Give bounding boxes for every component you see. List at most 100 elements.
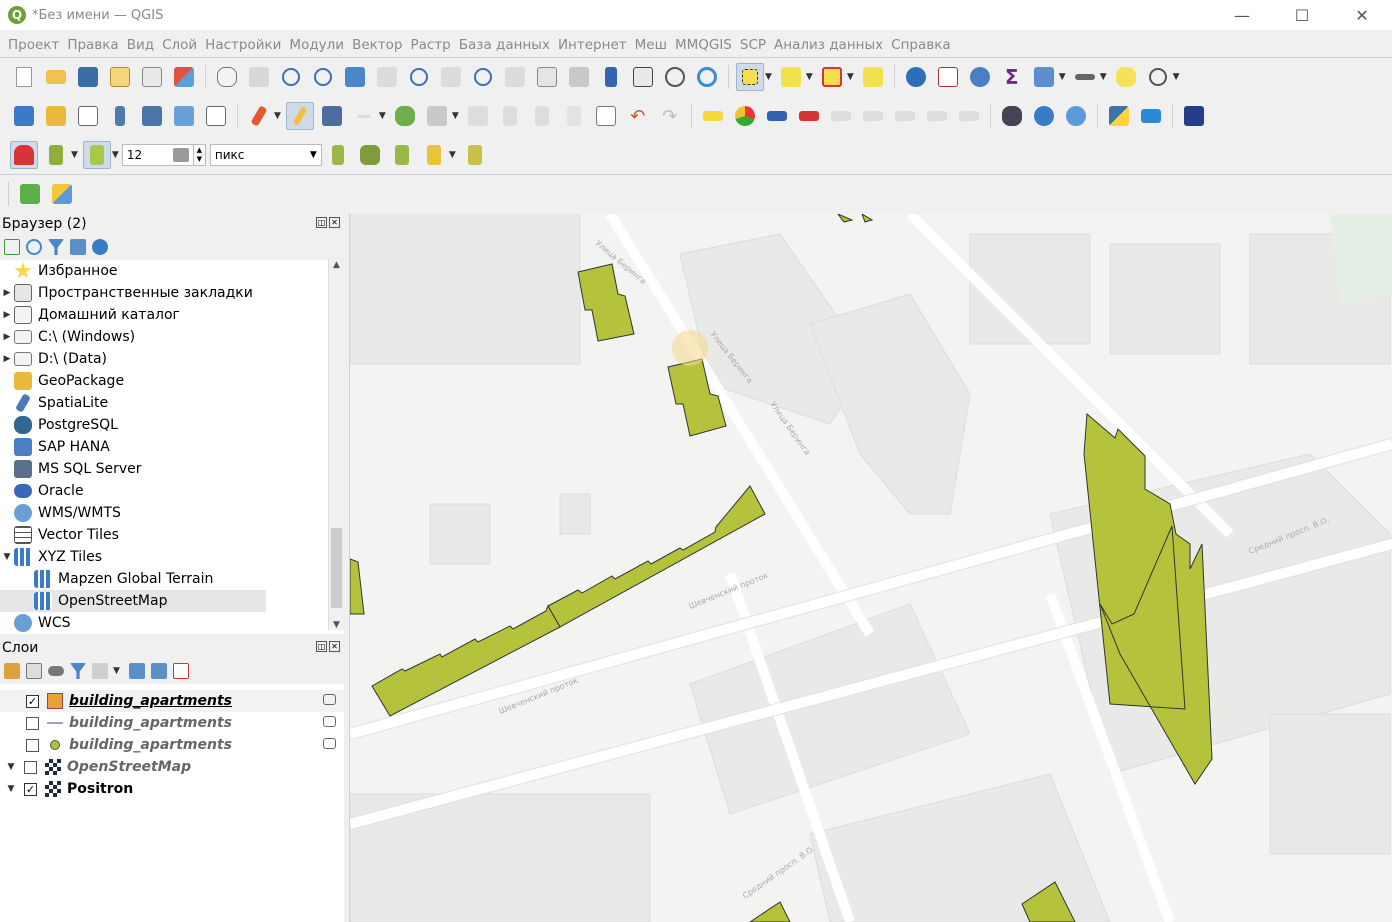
open-project-button[interactable]: [42, 63, 70, 91]
tracing-button[interactable]: [420, 141, 448, 169]
clear-icon[interactable]: [172, 148, 189, 162]
move-label-button[interactable]: [827, 102, 855, 130]
zoom-native-button[interactable]: [437, 63, 465, 91]
menu-settings[interactable]: Настройки: [201, 37, 285, 53]
select-location-button[interactable]: [859, 63, 887, 91]
show-bookmarks-button[interactable]: [629, 63, 657, 91]
add-wms-button[interactable]: [1030, 102, 1058, 130]
maximize-button[interactable]: ☐: [1272, 0, 1332, 30]
menu-mmqgis[interactable]: MMQGIS: [671, 37, 736, 53]
quick-search-button[interactable]: [16, 180, 44, 208]
layer-row-building-points[interactable]: building_apartments: [0, 734, 344, 756]
undock-icon[interactable]: ◫: [316, 641, 327, 652]
remove-layer-icon[interactable]: [172, 663, 189, 679]
chevron-down-icon[interactable]: ▼: [71, 150, 78, 160]
tolerance-stepper[interactable]: ▲ ▼: [193, 144, 206, 166]
snap-layers-button[interactable]: [42, 141, 70, 169]
style-icon[interactable]: [4, 663, 20, 679]
zoom-out-button[interactable]: [309, 63, 337, 91]
label-toolbar-button[interactable]: [699, 102, 727, 130]
snap-tolerance-input[interactable]: 12: [121, 144, 194, 166]
copy-features-button[interactable]: [560, 102, 588, 130]
tree-item-xyz-tiles[interactable]: ▼ XYZ Tiles: [0, 546, 326, 568]
digitize-button[interactable]: [350, 102, 378, 130]
tree-item-mapzen[interactable]: Mapzen Global Terrain: [0, 568, 326, 590]
open-table-button[interactable]: [1030, 63, 1058, 91]
filter-indicator-icon[interactable]: [323, 738, 336, 749]
refresh-icon[interactable]: [26, 239, 42, 255]
new-shapefile-button[interactable]: [74, 102, 102, 130]
new-bookmark-button[interactable]: [597, 63, 625, 91]
style-manager-button[interactable]: [170, 63, 198, 91]
redo-button[interactable]: ↷: [656, 102, 684, 130]
zoom-selection-button[interactable]: [373, 63, 401, 91]
cut-features-button[interactable]: [528, 102, 556, 130]
tree-item-drive-d[interactable]: ▶ D:\ (Data): [0, 348, 326, 370]
tree-item-openstreetmap[interactable]: OpenStreetMap: [0, 590, 266, 612]
menu-vector[interactable]: Вектор: [348, 37, 406, 53]
new-project-button[interactable]: [10, 63, 38, 91]
pin-labels-button[interactable]: [763, 102, 791, 130]
map-tips-button[interactable]: [1112, 63, 1140, 91]
show-hide-labels-button[interactable]: [923, 102, 951, 130]
add-selected-icon[interactable]: [4, 239, 20, 255]
chevron-down-icon[interactable]: ▼: [1059, 72, 1066, 82]
tree-item-drive-c[interactable]: ▶ C:\ (Windows): [0, 326, 326, 348]
filter-icon[interactable]: [70, 663, 86, 679]
chevron-down-icon[interactable]: ▼: [113, 666, 120, 676]
change-label-button[interactable]: [891, 102, 919, 130]
rotate-label-button[interactable]: [859, 102, 887, 130]
close-button[interactable]: ✕: [1332, 0, 1392, 30]
pan-to-selection-button[interactable]: [245, 63, 273, 91]
building-polygon[interactable]: [837, 214, 854, 223]
menu-help[interactable]: Справка: [887, 37, 954, 53]
topological-editing-button[interactable]: [324, 141, 352, 169]
add-wfs-button[interactable]: [1062, 102, 1090, 130]
deselect-button[interactable]: [818, 63, 846, 91]
chevron-down-icon[interactable]: ▼: [1173, 72, 1180, 82]
layer-row-building-lines[interactable]: building_apartments: [0, 712, 344, 734]
menu-plugins[interactable]: Модули: [285, 37, 348, 53]
chevron-down-icon[interactable]: ▼: [274, 111, 281, 121]
layer-visibility-checkbox[interactable]: [26, 716, 39, 730]
add-vector-button[interactable]: [202, 102, 230, 130]
menu-mesh[interactable]: Меш: [631, 37, 671, 53]
pan-button[interactable]: [213, 63, 241, 91]
filter-indicator-icon[interactable]: [323, 716, 336, 727]
menu-web[interactable]: Интернет: [554, 37, 631, 53]
expand-all-icon[interactable]: [128, 663, 145, 679]
processing-toolbox-button[interactable]: [966, 63, 994, 91]
new-3d-map-button[interactable]: [565, 63, 593, 91]
menu-project[interactable]: Проект: [4, 37, 63, 53]
filter-expression-icon[interactable]: [92, 663, 108, 679]
chevron-down-icon[interactable]: ▼: [765, 72, 772, 82]
new-temp-layer-button[interactable]: [138, 102, 166, 130]
chevron-down-icon[interactable]: ▼: [806, 72, 813, 82]
paste-features-button[interactable]: [592, 102, 620, 130]
refresh-button[interactable]: [693, 63, 721, 91]
collapse-all-icon[interactable]: [150, 663, 167, 679]
help-button[interactable]: [1180, 102, 1208, 130]
diagram-button[interactable]: [731, 102, 759, 130]
save-edits-button[interactable]: [318, 102, 346, 130]
zoom-full-button[interactable]: [341, 63, 369, 91]
tree-item-postgresql[interactable]: PostgreSQL: [0, 414, 326, 436]
chevron-down-icon[interactable]: ▼: [452, 111, 459, 121]
scroll-up-icon[interactable]: ▲: [329, 260, 344, 270]
scroll-down-icon[interactable]: ▼: [329, 620, 344, 630]
locator-button[interactable]: [1144, 63, 1172, 91]
new-print-layout-button[interactable]: [106, 63, 134, 91]
info-icon[interactable]: [92, 239, 108, 255]
new-virtual-layer-button[interactable]: [170, 102, 198, 130]
menu-layer[interactable]: Слой: [158, 37, 201, 53]
new-geopackage-button[interactable]: [42, 102, 70, 130]
tree-item-oracle[interactable]: Oracle: [0, 480, 326, 502]
identify-button[interactable]: [902, 63, 930, 91]
add-group-icon[interactable]: [26, 663, 42, 679]
tree-item-wms[interactable]: WMS/WMTS: [0, 502, 326, 524]
delete-selected-button[interactable]: [496, 102, 524, 130]
plugin-tool-button[interactable]: [48, 180, 76, 208]
menu-view[interactable]: Вид: [123, 37, 158, 53]
snap-intersection-button[interactable]: [356, 141, 384, 169]
zoom-last-button[interactable]: [469, 63, 497, 91]
